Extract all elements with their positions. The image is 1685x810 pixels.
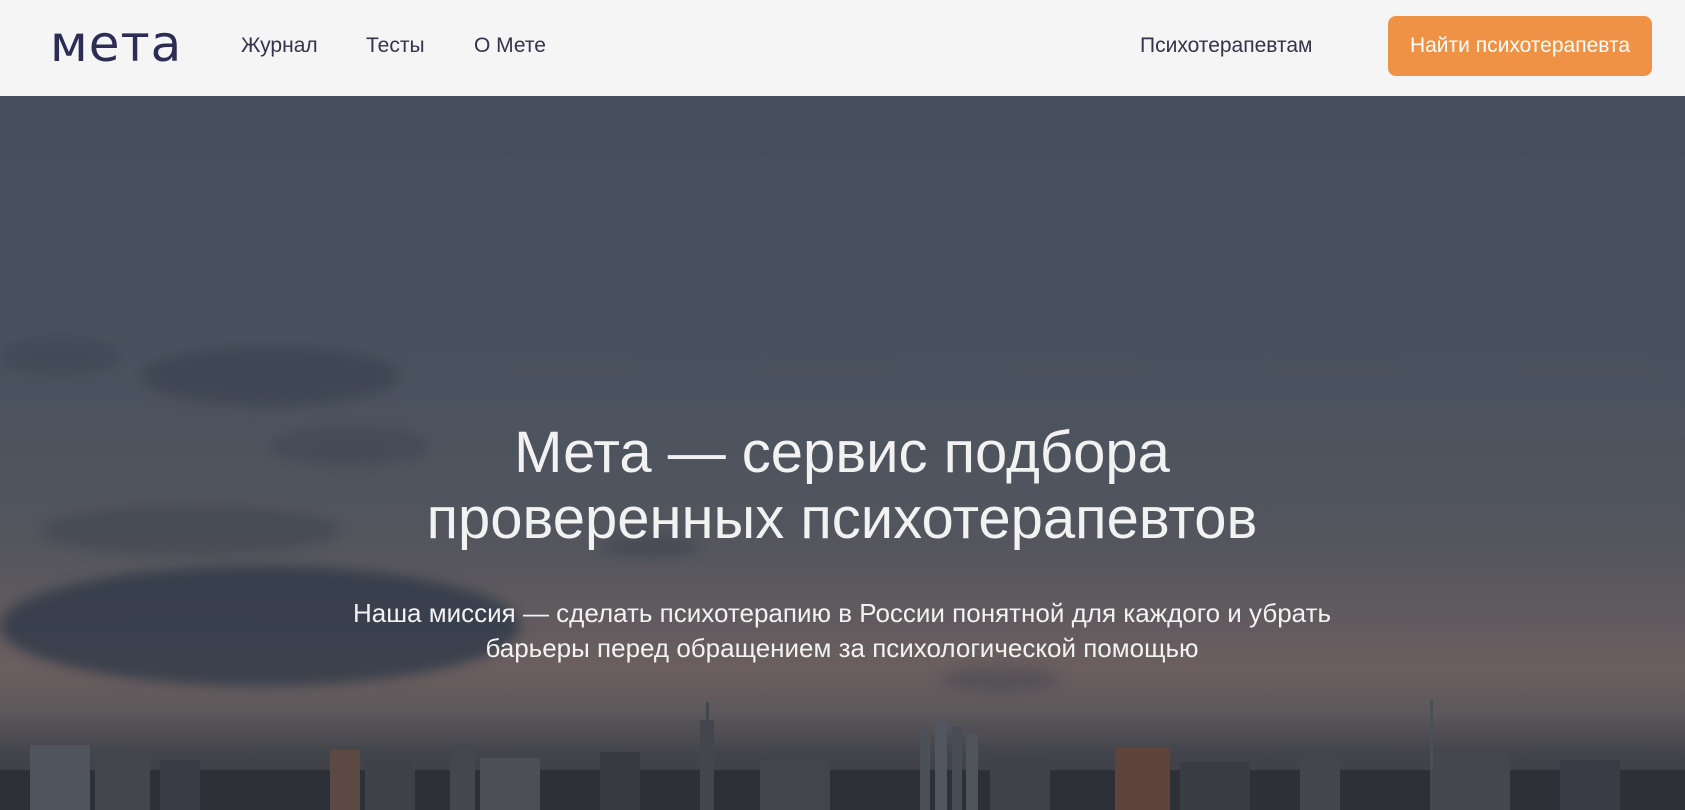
hero-subtitle-line: барьеры перед обращением за психологичес… (485, 633, 1199, 663)
hero-section: Мета — сервис подбора проверенных психот… (0, 96, 1685, 810)
nav-journal[interactable]: Журнал (241, 34, 318, 58)
nav-tests[interactable]: Тесты (366, 34, 425, 58)
nav-for-therapists[interactable]: Психотерапевтам (1140, 34, 1312, 58)
find-therapist-button[interactable]: Найти психотерапевта (1388, 16, 1652, 76)
site-header: мета Журнал Тесты О Мете Психотерапевтам… (0, 0, 1685, 96)
hero-subtitle-line: Наша миссия — сделать психотерапию в Рос… (352, 598, 1332, 628)
hero-subtitle: Наша миссия — сделать психотерапию в Рос… (292, 596, 1392, 666)
hero-title: Мета — сервис подбора проверенных психот… (342, 420, 1342, 552)
logo[interactable]: мета (50, 14, 182, 74)
hero-title-line: Мета — сервис подбора (514, 420, 1170, 485)
nav-about[interactable]: О Мете (474, 34, 546, 58)
hero-title-line: проверенных психотерапевтов (426, 486, 1258, 551)
